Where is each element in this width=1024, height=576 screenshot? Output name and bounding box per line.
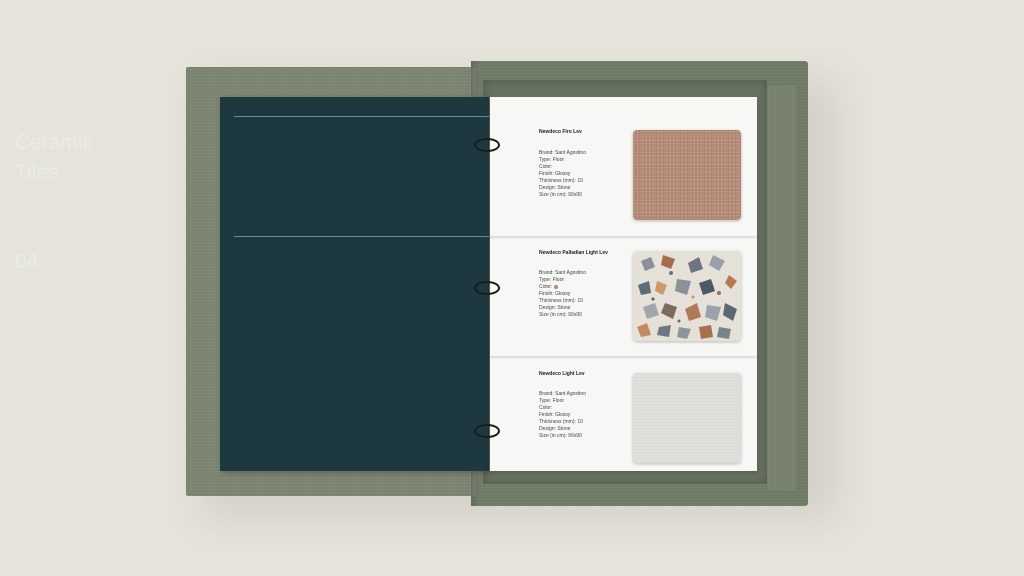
spec-type: Type: Floor [539,157,565,163]
spec-color: Color: [539,405,586,412]
spec-color-label: Color: [539,284,553,290]
cover-title: Ceramic Tiles [15,128,215,188]
tile-name: Newdeco Light Lev [539,371,585,377]
box-side-flap [767,86,796,490]
spec-size: Size (in cm): 90x90 [539,192,582,198]
spec-brand: Brand: Sant Agostino [539,391,586,397]
spec-design: Design: Stone [539,185,571,191]
tile-name: Newdeco Palladian Light Lev [539,250,608,256]
cover-divider-top [234,116,489,117]
spec-finish: Finish: Glossy [539,412,571,418]
tile-specs: Brand: Sant Agostino Type: Floor Color: … [539,150,586,199]
spec-finish: Finish: Glossy [539,171,571,177]
spec-thickness: Thickness (mm): 10 [539,419,583,425]
color-dot-icon [553,284,558,289]
tile-swatch-terrazzo [633,251,741,341]
spec-size: Size (in cm): 90x90 [539,312,582,318]
page-separator [490,356,757,359]
spec-type: Type: Floor [539,277,565,283]
spec-finish: Finish: Glossy [539,291,571,297]
spec-brand: Brand: Sant Agostino [539,270,586,276]
cover-divider-middle [234,236,489,237]
binder-ring-icon [474,281,500,295]
cover-number: 04 [15,250,39,273]
spec-design: Design: Stone [539,305,571,311]
spec-color-label: Color: [539,164,553,170]
cover-title-line1: Ceramic [15,131,94,154]
catalog-cover [220,97,489,471]
spec-thickness: Thickness (mm): 10 [539,178,583,184]
page-separator [490,236,757,239]
spec-brand: Brand: Sant Agostino [539,150,586,156]
tile-specs: Brand: Sant Agostino Type: Floor Color: … [539,391,586,440]
binder-ring-icon [474,138,500,152]
spec-color: Color: [539,164,586,171]
spec-design: Design: Stone [539,426,571,432]
terrazzo-chips [637,255,737,339]
spec-color-label: Color: [539,405,553,411]
spec-thickness: Thickness (mm): 10 [539,298,583,304]
tile-name: Newdeco Firo Lev [539,129,582,135]
binder-ring-icon [474,424,500,438]
tile-swatch-terracotta [633,130,741,220]
cover-title-line2: Tiles [15,161,59,184]
spec-type: Type: Floor [539,398,565,404]
tile-specs: Brand: Sant Agostino Type: Floor Color: … [539,270,586,319]
spec-color: Color: [539,284,586,291]
tile-swatch-light [633,373,741,463]
spec-size: Size (in cm): 90x90 [539,433,582,439]
